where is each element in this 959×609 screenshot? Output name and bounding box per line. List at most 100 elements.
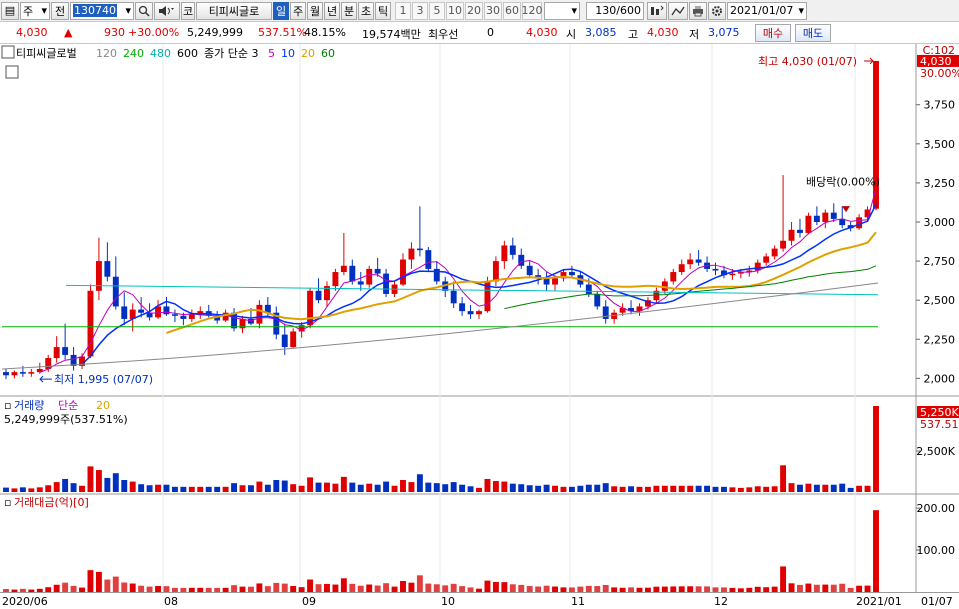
candle-body	[813, 215, 820, 222]
period-prefix-button[interactable]: 전	[51, 1, 69, 20]
volume-bar	[374, 484, 381, 492]
volume-bar	[433, 483, 440, 492]
stock-code-input[interactable]: 130740 ▾	[70, 1, 134, 20]
amount-bar	[349, 583, 356, 592]
tab-period[interactable]: 주	[290, 1, 306, 20]
search-icon[interactable]	[135, 1, 153, 20]
volume-bar	[839, 483, 846, 492]
price-tick-label: 3,000	[924, 216, 956, 229]
volume-bar	[822, 484, 829, 492]
tab-interval[interactable]: 1	[395, 1, 411, 20]
tab-interval[interactable]: 120	[522, 1, 543, 20]
tab-period[interactable]: 월	[307, 1, 323, 20]
tab-interval[interactable]: 5	[429, 1, 445, 20]
candle-body	[695, 259, 702, 263]
chevron-down-icon: ▾	[798, 4, 804, 17]
candle-body	[374, 268, 381, 274]
amount-bar	[433, 584, 440, 592]
volume-bar	[830, 484, 837, 492]
legend-ma-short: 10	[281, 47, 295, 60]
legend-ma-prefix: 종가 단순 3	[204, 47, 258, 60]
volume-bar	[619, 486, 626, 492]
legend-ma-long: 120	[96, 47, 117, 60]
amount-bar	[602, 584, 609, 592]
volume-bar	[383, 481, 390, 492]
best-quote-price: 4,030	[526, 26, 558, 39]
amount-bar	[518, 584, 525, 592]
volume-tick-label: 2,500K	[916, 445, 955, 458]
volume-bar	[79, 485, 85, 492]
volume-bar	[188, 486, 195, 492]
tab-interval[interactable]: 10	[446, 1, 464, 20]
candle-body	[163, 306, 170, 315]
volume-bar	[112, 473, 119, 492]
amount-bar	[873, 510, 879, 592]
date-value: 2021/01/07	[730, 4, 794, 17]
trend-icon[interactable]	[668, 1, 688, 20]
interval-select[interactable]: ▾	[544, 1, 580, 20]
volume-bar	[552, 485, 558, 492]
volume-bar	[459, 484, 466, 492]
volume-bar	[670, 485, 677, 492]
sell-button[interactable]: 매도	[795, 24, 831, 42]
tab-period[interactable]: 초	[358, 1, 374, 20]
candle-body	[754, 262, 761, 271]
tab-period[interactable]: 분	[341, 1, 357, 20]
volume-bar	[205, 486, 212, 492]
volume-bar	[70, 483, 77, 492]
tab-period[interactable]: 일	[273, 1, 289, 20]
mode-select[interactable]: 주 ▾	[20, 1, 50, 20]
amount-bar	[121, 582, 128, 592]
volume-bar	[332, 483, 339, 492]
tab-interval[interactable]: 3	[412, 1, 428, 20]
volume-bar	[28, 488, 35, 492]
amount-bar	[839, 583, 846, 592]
zoom-icon[interactable]	[647, 1, 667, 20]
candle-body	[408, 248, 415, 260]
tab-period[interactable]: 년	[324, 1, 340, 20]
count-field[interactable]: 130/600	[586, 1, 644, 20]
speaker-icon[interactable]	[154, 1, 180, 20]
volume-bar	[129, 481, 136, 492]
candle-body	[28, 372, 35, 374]
amount-bar	[340, 578, 347, 592]
candle-body	[62, 347, 69, 355]
stock-chart[interactable]: 3,750 3,500 3,250 3,000 2,750 2,500 2,250 2,000…	[0, 44, 959, 592]
high-value: 4,030	[647, 26, 679, 39]
buy-button[interactable]: 매수	[755, 24, 791, 42]
tab-interval[interactable]: 60	[503, 1, 521, 20]
candle-body	[687, 259, 694, 265]
candle-body	[492, 261, 499, 282]
amount-bar	[408, 582, 415, 592]
tab-period[interactable]: 틱	[375, 1, 391, 20]
period-tabs: 일주월년분초틱	[272, 1, 391, 20]
volume-bar	[535, 485, 542, 492]
amount-value: 19,574백만	[362, 28, 421, 41]
amount-bar	[366, 584, 373, 592]
volume-bar	[695, 485, 702, 492]
tab-interval[interactable]: 20	[465, 1, 483, 20]
volume-bar	[501, 481, 508, 492]
gear-icon[interactable]	[708, 1, 726, 20]
best-quote-value: 0	[487, 26, 494, 39]
amount-title: 거래대금(억)[0]	[14, 496, 89, 509]
amount-bar	[281, 583, 288, 592]
volume-bar	[104, 477, 111, 492]
amount-bar	[416, 575, 423, 592]
tab-interval[interactable]: 30	[484, 1, 502, 20]
candle-body	[830, 212, 837, 219]
print-icon[interactable]	[689, 1, 707, 20]
volume-bar	[408, 482, 415, 492]
candle-body	[104, 261, 111, 277]
volume-bar	[315, 482, 322, 492]
date-picker[interactable]: 2021/01/07 ▾	[727, 1, 807, 20]
stock-code-value: 130740	[73, 4, 117, 17]
high-label: 고	[628, 28, 639, 41]
volume-bar	[467, 486, 474, 492]
chart-area[interactable]: 3,750 3,500 3,250 3,000 2,750 2,500 2,250 2,000…	[0, 44, 959, 592]
volume-value: 5,249,999	[187, 26, 243, 39]
volume-bar	[19, 487, 26, 492]
candle-body	[450, 290, 457, 304]
menu-icon[interactable]: ▤	[1, 1, 19, 20]
market-badge[interactable]: 코	[181, 1, 195, 20]
